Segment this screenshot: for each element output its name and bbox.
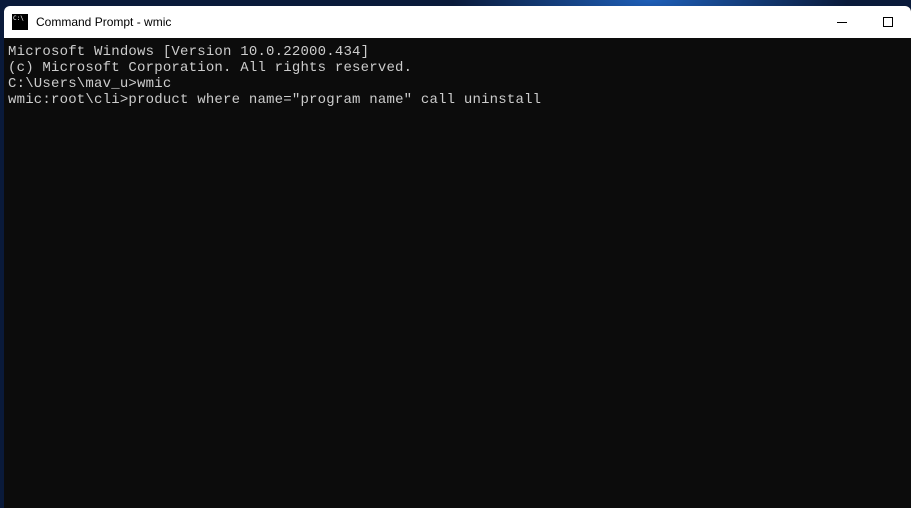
titlebar-controls [819,6,911,38]
minimize-button[interactable] [819,6,865,38]
maximize-icon [883,17,893,27]
output-line: Microsoft Windows [Version 10.0.22000.43… [8,44,907,60]
prompt-prefix: wmic:root\cli> [8,92,128,108]
prompt-command: product where name="program name" call u… [128,92,541,108]
window-title: Command Prompt - wmic [36,15,171,29]
command-prompt-window: Command Prompt - wmic Microsoft Windows … [4,6,911,508]
terminal-output[interactable]: Microsoft Windows [Version 10.0.22000.43… [4,38,911,508]
prompt-line: C:\Users\mav_u>wmic [8,76,907,92]
output-line: (c) Microsoft Corporation. All rights re… [8,60,907,76]
titlebar[interactable]: Command Prompt - wmic [4,6,911,38]
minimize-icon [837,22,847,23]
prompt-prefix: C:\Users\mav_u> [8,76,137,92]
maximize-button[interactable] [865,6,911,38]
app-icon [12,14,28,30]
prompt-command: wmic [137,76,171,92]
prompt-line: wmic:root\cli>product where name="progra… [8,92,907,108]
